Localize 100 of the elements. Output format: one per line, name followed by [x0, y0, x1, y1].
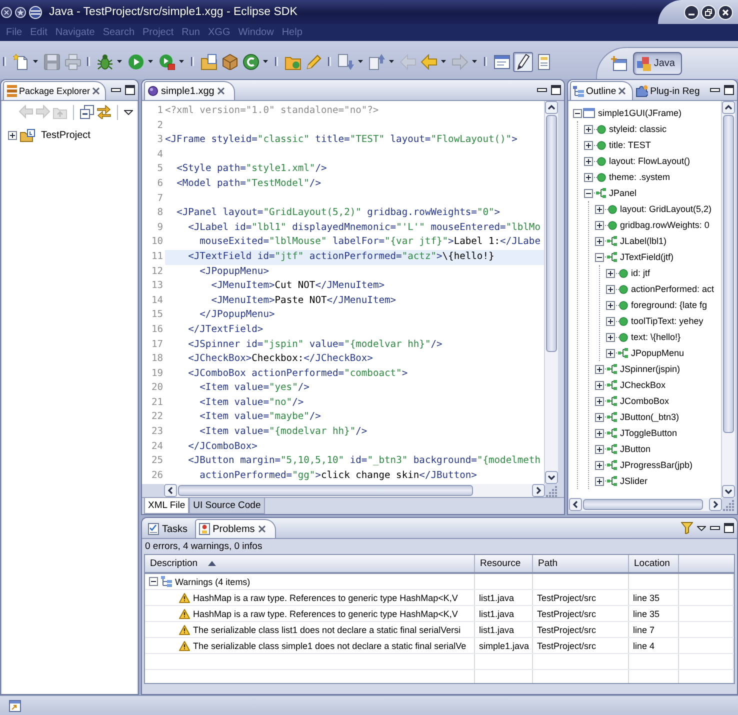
tree-item[interactable]: JPanel	[608, 188, 638, 198]
tree-item[interactable]: simple1GUI(JFrame)	[597, 108, 683, 118]
caret-icon[interactable]	[33, 60, 38, 63]
plus-box-icon[interactable]	[595, 396, 604, 406]
star-disc-icon[interactable]	[15, 6, 26, 18]
maximize-icon[interactable]	[724, 523, 734, 533]
tree-item[interactable]: gridbag.rowWeights: 0	[619, 220, 710, 230]
scroll-thumb[interactable]	[583, 499, 703, 510]
plus-box-icon[interactable]	[595, 364, 604, 374]
scroll-left-icon[interactable]	[569, 498, 582, 511]
collapse-all-icon[interactable]	[80, 105, 94, 119]
minimize-icon[interactable]	[710, 88, 720, 92]
plus-box-icon[interactable]	[584, 124, 593, 134]
tree-item[interactable]: JButton	[619, 444, 652, 454]
minus-box-icon[interactable]	[573, 108, 582, 118]
plus-box-icon[interactable]	[595, 460, 604, 470]
column-header[interactable]: Path	[533, 555, 629, 572]
plus-box-icon[interactable]	[584, 172, 593, 182]
window-plus-icon[interactable]	[610, 56, 627, 71]
two-arrows-icon[interactable]	[97, 105, 111, 119]
tree-item[interactable]: id: jtf	[630, 268, 652, 278]
close-icon[interactable]	[618, 87, 626, 95]
caret-icon[interactable]	[179, 60, 184, 63]
plus-box-icon[interactable]	[606, 268, 615, 278]
scroll-left-icon[interactable]	[164, 484, 177, 497]
tree-item[interactable]: layout: GridLayout(5,2)	[619, 204, 713, 214]
tree-item[interactable]: JTextField(jtf)	[619, 252, 675, 262]
view-tab[interactable]: Plug-in Reg	[633, 81, 705, 100]
close-icon[interactable]	[217, 87, 226, 95]
caret-icon[interactable]	[148, 60, 153, 63]
caret-icon[interactable]	[358, 60, 363, 63]
tree-item[interactable]: theme: .system	[608, 172, 672, 182]
horizontal-scrollbar[interactable]	[569, 498, 722, 511]
plus-box-icon[interactable]	[584, 140, 593, 150]
tree-item[interactable]: JSpinner(jspin)	[619, 364, 682, 374]
plus-box-icon[interactable]	[595, 444, 604, 454]
plus-box-icon[interactable]	[606, 316, 615, 326]
code-editor[interactable]	[142, 101, 544, 484]
vertical-scrollbar[interactable]	[721, 101, 735, 498]
scroll-down-icon[interactable]	[722, 485, 735, 498]
maximize-icon[interactable]	[125, 85, 135, 95]
tree-item[interactable]: JCheckBox	[619, 380, 667, 390]
plus-box-icon[interactable]	[595, 236, 604, 246]
column-header[interactable]: Location	[629, 555, 679, 572]
tree-item[interactable]: layout: FlowLayout()	[608, 156, 692, 166]
tree-item[interactable]: JComboBox	[619, 396, 670, 406]
maximize-icon[interactable]	[551, 85, 561, 95]
view-tab[interactable]: simple1.xgg	[144, 81, 236, 100]
tree-item[interactable]: JToggleButton	[619, 428, 678, 438]
minus-box-icon[interactable]	[149, 577, 158, 586]
scroll-right-icon[interactable]	[532, 484, 545, 497]
tree-item[interactable]: JProgressBar(jpb)	[619, 460, 694, 470]
plus-box-icon[interactable]	[606, 332, 615, 342]
caret-icon[interactable]	[117, 60, 122, 63]
plus-box-icon[interactable]	[595, 220, 604, 230]
resize-grip-icon[interactable]	[722, 498, 735, 511]
filter-icon[interactable]	[681, 522, 693, 534]
tree-item[interactable]: title: TEST	[608, 140, 652, 150]
minus-box-icon[interactable]	[584, 188, 593, 198]
editor-page-tab[interactable]: UI Source Code	[189, 498, 265, 514]
scroll-up-icon[interactable]	[722, 101, 735, 114]
plus-box-icon[interactable]	[606, 348, 615, 358]
perspective-button[interactable]: Java	[632, 52, 682, 75]
caret-icon[interactable]	[389, 60, 394, 63]
view-tab[interactable]: Package Explorer	[3, 81, 106, 100]
scroll-thumb[interactable]	[178, 485, 473, 496]
restore-icon[interactable]	[701, 4, 716, 20]
tree-item[interactable]: JPopupMenu	[630, 348, 686, 358]
triangle-down-icon[interactable]	[697, 526, 706, 530]
tree-item[interactable]: actionPerformed: act	[630, 284, 716, 294]
plus-box-icon[interactable]	[595, 380, 604, 390]
tree-item[interactable]: styleid: classic	[608, 124, 668, 134]
caret-icon[interactable]	[263, 60, 268, 63]
column-header[interactable]: Description	[145, 555, 475, 572]
tree-item[interactable]: JSlider	[619, 476, 649, 486]
plus-box-icon[interactable]	[595, 204, 604, 214]
resize-grip-icon[interactable]	[545, 484, 558, 497]
triangle-down-icon[interactable]	[124, 110, 133, 114]
column-header[interactable]: Resource	[475, 555, 533, 572]
tree-item[interactable]: JButton(_btn3)	[619, 412, 680, 422]
group-label[interactable]: Warnings (4 items)	[175, 576, 250, 586]
view-tab[interactable]: Tasks	[144, 519, 195, 538]
maximize-icon[interactable]	[724, 85, 734, 95]
scroll-thumb[interactable]	[546, 115, 557, 352]
minimize-icon[interactable]	[537, 88, 547, 92]
minimize-icon[interactable]	[111, 88, 121, 92]
view-tab[interactable]: Problems	[194, 519, 276, 538]
caret-icon[interactable]	[441, 60, 446, 63]
plus-box-icon[interactable]	[595, 412, 604, 422]
tree-item[interactable]: TestProject	[40, 130, 92, 140]
tree-item[interactable]: text: \{hello!}	[630, 332, 682, 342]
plus-box-icon[interactable]	[595, 428, 604, 438]
plus-box-icon[interactable]	[584, 156, 593, 166]
vertical-scrollbar[interactable]	[544, 101, 558, 484]
scroll-down-icon[interactable]	[545, 471, 558, 484]
minimize-icon[interactable]	[710, 526, 720, 530]
close-icon[interactable]	[92, 87, 100, 95]
plus-box-icon[interactable]	[595, 476, 604, 486]
plus-box-icon[interactable]	[606, 300, 615, 310]
editor-page-tab[interactable]: XML File	[144, 498, 190, 514]
